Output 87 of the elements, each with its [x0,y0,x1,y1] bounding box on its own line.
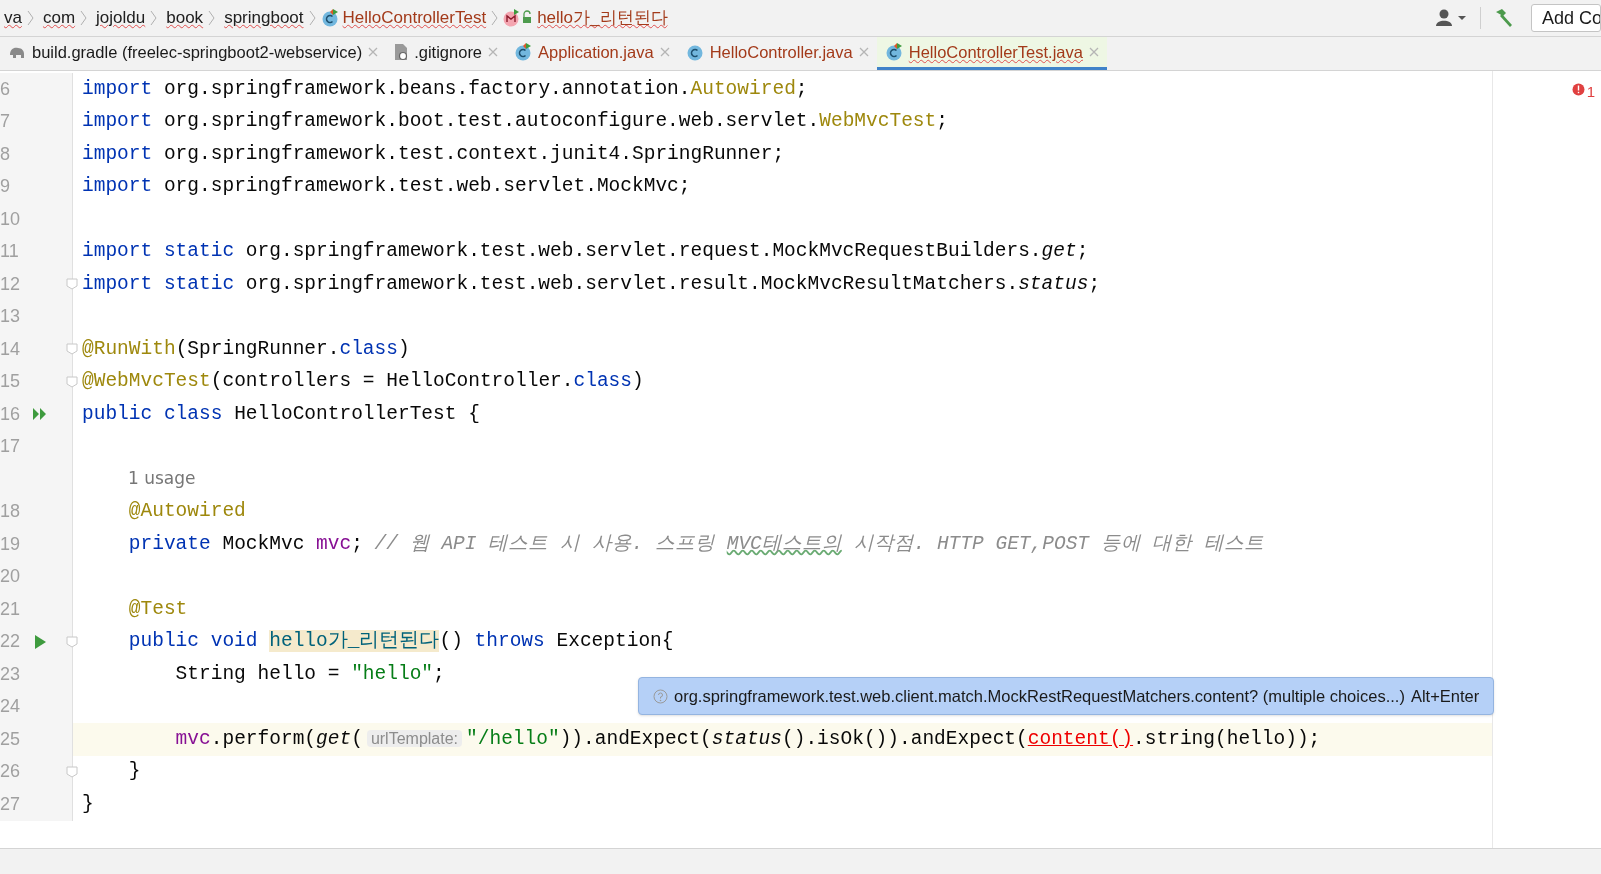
error-icon[interactable] [1571,83,1585,96]
chevron-icon [208,10,216,26]
double-play-icon[interactable] [32,406,48,423]
line-number: 12 [0,272,20,296]
code-text: import org.springframework.test.context.junit4.SpringRunner; [81,144,785,164]
line-number: 23 [0,662,20,686]
tooltip-text: org.springframework.test.web.client.match.MockRestRequestMatchers.content? (multiple choices...) [674,685,1405,707]
code-text: } [81,794,94,814]
code-text: private MockMvc mvc; // 웹 API 테스트 시 사용. 스프링 MVC테스트의 시작점. HTTP GET,POST 등에 대한 테스트 [127,534,1265,554]
play-icon[interactable] [32,633,48,650]
chevron-icon [80,10,88,26]
shortcut-label: Alt+Enter [1410,685,1480,707]
line-number: 19 [0,532,20,556]
editor-tab[interactable]: .gitignore [386,37,507,70]
tab-label: HelloController.java [709,41,853,63]
line-number: 8 [0,142,11,166]
line-number: 22 [0,630,20,654]
breadcrumb-item[interactable]: springboot [224,5,304,31]
file-icon [394,43,409,61]
line-number: 11 [0,240,20,264]
code-text: String hello = "hello"; [174,664,445,684]
code-text: } [127,762,141,782]
tab-label: HelloControllerTest.java [908,41,1083,63]
fold-icon[interactable] [66,635,78,648]
class-icon [884,43,903,61]
line-number: 25 [0,727,20,751]
editor-tab[interactable]: HelloController.java [677,37,877,70]
line-number: 10 [0,207,20,231]
line-number: 6 [0,77,11,101]
code-text: import static org.springframework.test.web.servlet.request.MockMvcRequestBuilders.get; [81,242,1089,262]
breadcrumb-item[interactable]: hello가_리턴된다 [537,5,668,31]
line-number: 20 [0,565,20,589]
class-icon [320,9,339,27]
code-text: import org.springframework.test.web.servlet.MockMvc; [81,177,691,197]
line-number: 9 [0,175,11,199]
close-icon[interactable] [659,47,670,57]
chevron-icon [308,10,316,26]
close-icon[interactable] [488,47,499,57]
breadcrumb-item[interactable]: book [166,5,204,31]
line-number: 26 [0,760,20,784]
code-text: public class HelloControllerTest { [81,404,480,424]
line-number: 15 [0,370,20,394]
tab-label: Application.java [538,41,654,63]
chevron-icon [26,10,34,26]
breadcrumb-item[interactable]: com [42,5,76,31]
breadcrumb-item[interactable]: jojoldu [96,5,146,31]
close-icon[interactable] [1088,47,1099,57]
tab-label: build.gradle (freelec-springboot2-webservice) [32,41,363,63]
line-number: 16 [0,402,20,426]
breadcrumb-item[interactable]: va [4,5,22,31]
code-text: @RunWith(SpringRunner.class) [81,339,410,359]
close-icon[interactable] [368,47,379,57]
elephant-icon [8,45,26,59]
line-number: 18 [0,500,20,524]
tab-label: .gitignore [414,41,483,63]
method-icon [503,9,534,27]
fold-icon[interactable] [66,343,78,356]
line-number: 27 [0,792,20,816]
editor-tab[interactable]: build.gradle (freelec-springboot2-webservice) [0,37,387,70]
question-icon [653,688,668,704]
code-text: import org.springframework.boot.test.autoconfigure.web.servlet.WebMvcTest; [81,112,948,132]
error-count: 1 [1586,82,1595,102]
breadcrumb-item[interactable]: HelloControllerTest [342,5,487,31]
editor-tab[interactable]: HelloControllerTest.java [876,37,1107,70]
code-text: 1 usage [127,469,196,489]
line-number: 14 [0,337,20,361]
code-text: @Test [127,599,188,619]
code-text: import static org.springframework.test.web.servlet.result.MockMvcResultMatchers.status; [81,274,1101,294]
line-number: 13 [0,305,20,329]
line-number: 24 [0,695,20,719]
close-icon[interactable] [858,47,869,57]
class-icon [685,43,704,61]
code-text: import org.springframework.beans.factory.annotation.Autowired; [81,79,808,99]
class-icon [514,43,533,61]
line-number: 7 [0,110,11,134]
line-number: 21 [0,597,20,621]
user-icon[interactable] [1434,8,1468,28]
code-text: mvc.perform(get( urlTemplate: "/hello")).andExpect(status().isOk()).andExpect(content().string(hello)); [174,729,1321,749]
code-text: @Autowired [127,502,246,522]
editor-tab[interactable]: Application.java [506,37,678,70]
fold-icon[interactable] [66,278,78,291]
chevron-icon [491,10,499,26]
code-text: @WebMvcTest(controllers = HelloController.class) [81,372,644,392]
chevron-icon [150,10,158,26]
fold-icon[interactable] [66,375,78,388]
fold-icon[interactable] [66,765,78,778]
line-number: 17 [0,435,20,459]
